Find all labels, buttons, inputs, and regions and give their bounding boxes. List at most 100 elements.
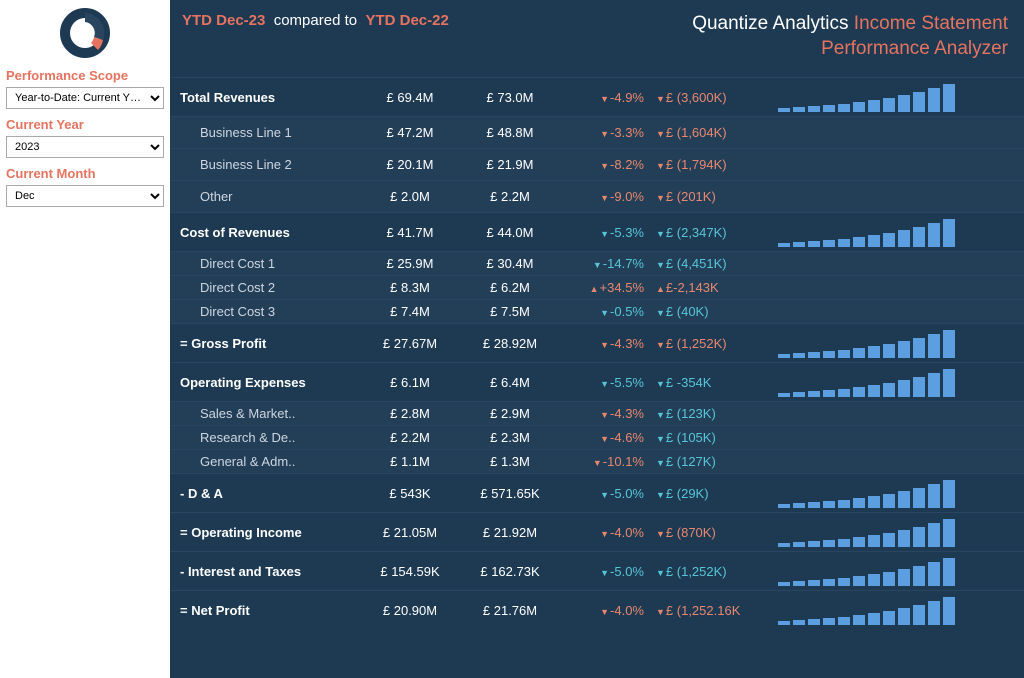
row-label: Other: [170, 189, 360, 204]
row-label: - D & A: [170, 486, 360, 501]
current-value: £ 154.59K: [360, 564, 460, 579]
row-label: - Interest and Taxes: [170, 564, 360, 579]
table-row[interactable]: = Gross Profit£ 27.67M£ 28.92M-4.3%£ (1,…: [170, 323, 1024, 362]
row-label: Cost of Revenues: [170, 225, 360, 240]
row-label: Sales & Market..: [170, 406, 360, 421]
prior-period: YTD Dec-22: [365, 12, 448, 29]
pct-change: -0.5%: [560, 304, 650, 319]
sparkline: [770, 478, 1024, 508]
period-comparison: YTD Dec-23 compared to YTD Dec-22: [182, 12, 449, 61]
pct-change: -5.0%: [560, 564, 650, 579]
prior-value: £ 28.92M: [460, 336, 560, 351]
table-row[interactable]: Business Line 1£ 47.2M£ 48.8M-3.3%£ (1,6…: [170, 116, 1024, 148]
abs-change: £ (4,451K): [650, 256, 770, 271]
abs-change: £ (123K): [650, 406, 770, 421]
table-row[interactable]: - Interest and Taxes£ 154.59K£ 162.73K-5…: [170, 551, 1024, 590]
table-row[interactable]: = Operating Income£ 21.05M£ 21.92M-4.0%£…: [170, 512, 1024, 551]
abs-change: £ (2,347K): [650, 225, 770, 240]
year-select[interactable]: 2023: [6, 136, 164, 158]
row-label: Direct Cost 1: [170, 256, 360, 271]
header: YTD Dec-23 compared to YTD Dec-22 Quanti…: [170, 0, 1024, 77]
current-value: £ 47.2M: [360, 125, 460, 140]
prior-value: £ 1.3M: [460, 454, 560, 469]
row-label: Direct Cost 2: [170, 280, 360, 295]
prior-value: £ 571.65K: [460, 486, 560, 501]
prior-value: £ 7.5M: [460, 304, 560, 319]
table-row[interactable]: Sales & Market..£ 2.8M£ 2.9M-4.3%£ (123K…: [170, 401, 1024, 425]
row-label: Business Line 2: [170, 157, 360, 172]
pct-change: -5.3%: [560, 225, 650, 240]
table-row[interactable]: Direct Cost 2£ 8.3M£ 6.2M+34.5%£-2,143K: [170, 275, 1024, 299]
pct-change: -4.9%: [560, 90, 650, 105]
row-label: = Net Profit: [170, 603, 360, 618]
current-value: £ 1.1M: [360, 454, 460, 469]
prior-value: £ 6.2M: [460, 280, 560, 295]
prior-value: £ 21.9M: [460, 157, 560, 172]
row-label: Direct Cost 3: [170, 304, 360, 319]
abs-change: £ -354K: [650, 375, 770, 390]
abs-change: £ (1,252.16K: [650, 603, 770, 618]
table-row[interactable]: General & Adm..£ 1.1M£ 1.3M-10.1%£ (127K…: [170, 449, 1024, 473]
abs-change: £ (29K): [650, 486, 770, 501]
abs-change: £ (1,604K): [650, 125, 770, 140]
scope-select[interactable]: Year-to-Date: Current Y…: [6, 87, 164, 109]
abs-change: £ (201K): [650, 189, 770, 204]
pct-change: -4.0%: [560, 525, 650, 540]
row-label: = Gross Profit: [170, 336, 360, 351]
abs-change: £ (127K): [650, 454, 770, 469]
sparkline: [770, 517, 1024, 547]
month-label: Current Month: [6, 166, 164, 181]
current-value: £ 20.1M: [360, 157, 460, 172]
table-row[interactable]: - D & A£ 543K£ 571.65K-5.0%£ (29K): [170, 473, 1024, 512]
current-value: £ 6.1M: [360, 375, 460, 390]
pct-change: -3.3%: [560, 125, 650, 140]
current-value: £ 25.9M: [360, 256, 460, 271]
pct-change: -9.0%: [560, 189, 650, 204]
prior-value: £ 30.4M: [460, 256, 560, 271]
prior-value: £ 2.9M: [460, 406, 560, 421]
current-value: £ 2.0M: [360, 189, 460, 204]
table-row[interactable]: Direct Cost 1£ 25.9M£ 30.4M-14.7%£ (4,45…: [170, 251, 1024, 275]
table-row[interactable]: Cost of Revenues£ 41.7M£ 44.0M-5.3%£ (2,…: [170, 212, 1024, 251]
abs-change: £ (870K): [650, 525, 770, 540]
table-row[interactable]: Other£ 2.0M£ 2.2M-9.0%£ (201K): [170, 180, 1024, 212]
sparkline: [770, 328, 1024, 358]
table-row[interactable]: Operating Expenses£ 6.1M£ 6.4M-5.5%£ -35…: [170, 362, 1024, 401]
table-row[interactable]: Total Revenues£ 69.4M£ 73.0M-4.9%£ (3,60…: [170, 77, 1024, 116]
current-value: £ 8.3M: [360, 280, 460, 295]
sparkline: [770, 595, 1024, 625]
prior-value: £ 162.73K: [460, 564, 560, 579]
prior-value: £ 48.8M: [460, 125, 560, 140]
pct-change: -4.3%: [560, 406, 650, 421]
current-value: £ 41.7M: [360, 225, 460, 240]
donut-chart-icon: [60, 8, 110, 58]
prior-value: £ 73.0M: [460, 90, 560, 105]
prior-value: £ 21.92M: [460, 525, 560, 540]
row-label: General & Adm..: [170, 454, 360, 469]
table-row[interactable]: Research & De..£ 2.2M£ 2.3M-4.6%£ (105K): [170, 425, 1024, 449]
page-title: Quantize Analytics Income Statement Perf…: [692, 12, 1008, 61]
sparkline: [770, 556, 1024, 586]
abs-change: £ (1,794K): [650, 157, 770, 172]
pct-change: -5.0%: [560, 486, 650, 501]
pct-change: -14.7%: [560, 256, 650, 271]
row-label: = Operating Income: [170, 525, 360, 540]
month-select[interactable]: Dec: [6, 185, 164, 207]
current-value: £ 27.67M: [360, 336, 460, 351]
row-label: Business Line 1: [170, 125, 360, 140]
year-label: Current Year: [6, 117, 164, 132]
row-label: Research & De..: [170, 430, 360, 445]
table-row[interactable]: = Net Profit£ 20.90M£ 21.76M-4.0%£ (1,25…: [170, 590, 1024, 629]
income-statement-table: Total Revenues£ 69.4M£ 73.0M-4.9%£ (3,60…: [170, 77, 1024, 629]
prior-value: £ 21.76M: [460, 603, 560, 618]
current-value: £ 7.4M: [360, 304, 460, 319]
prior-value: £ 2.3M: [460, 430, 560, 445]
sidebar: Performance Scope Year-to-Date: Current …: [0, 0, 170, 678]
scope-label: Performance Scope: [6, 68, 164, 83]
table-row[interactable]: Direct Cost 3£ 7.4M£ 7.5M-0.5%£ (40K): [170, 299, 1024, 323]
pct-change: -4.6%: [560, 430, 650, 445]
table-row[interactable]: Business Line 2£ 20.1M£ 21.9M-8.2%£ (1,7…: [170, 148, 1024, 180]
main-panel: YTD Dec-23 compared to YTD Dec-22 Quanti…: [170, 0, 1024, 678]
abs-change: £-2,143K: [650, 280, 770, 295]
pct-change: -4.3%: [560, 336, 650, 351]
